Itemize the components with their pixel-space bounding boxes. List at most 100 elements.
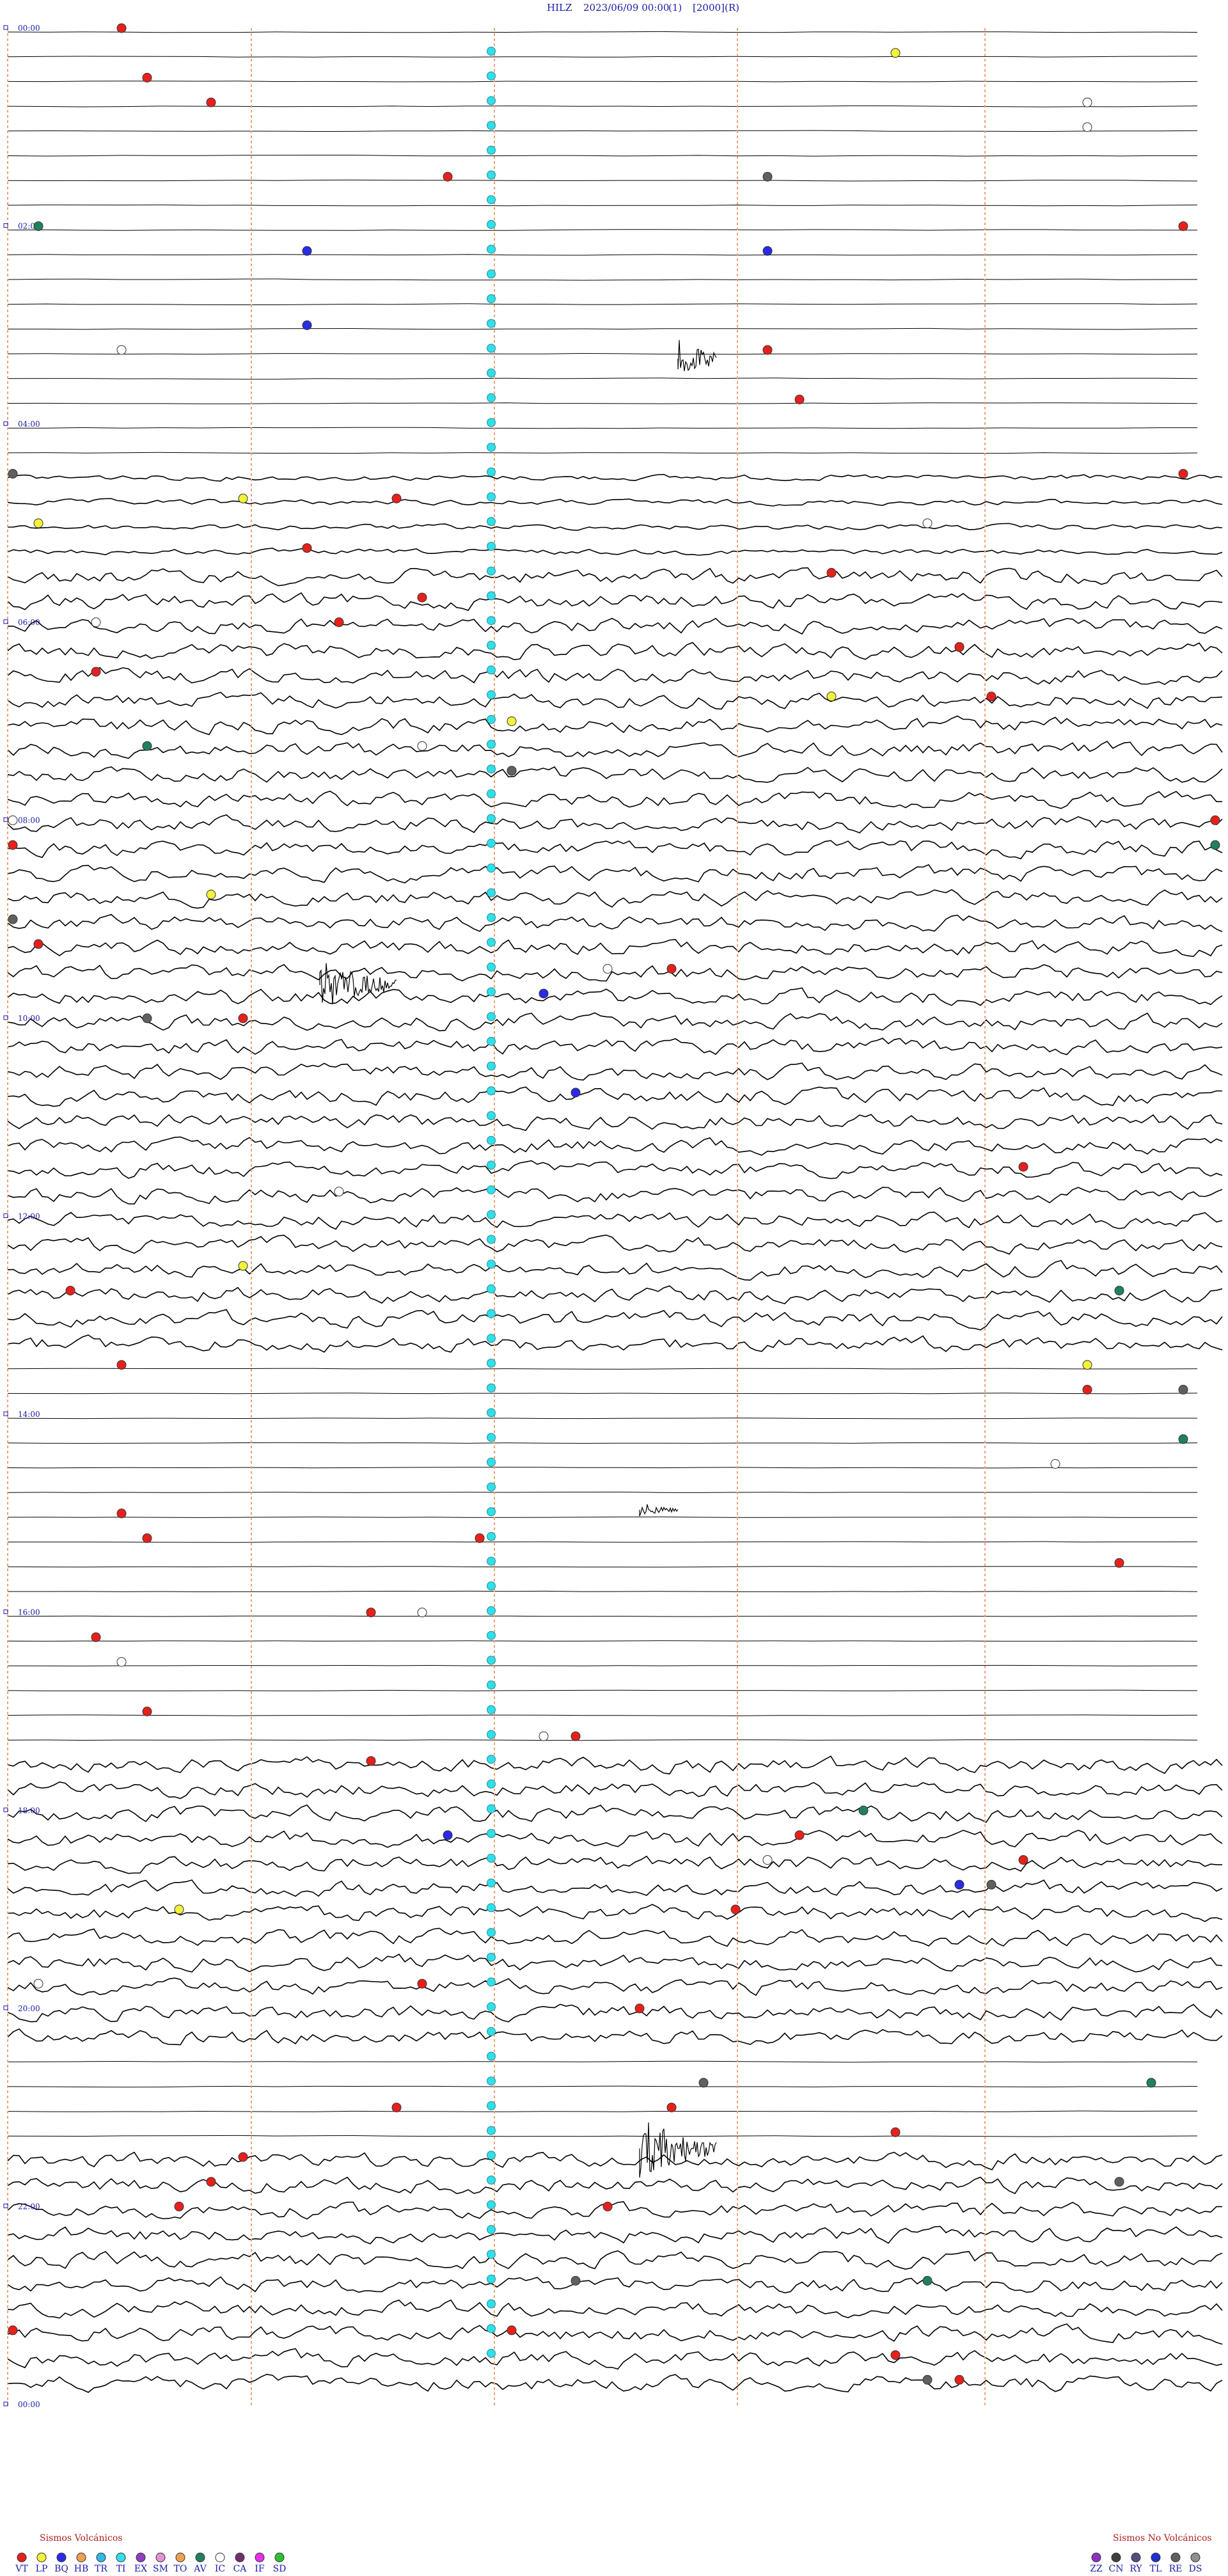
- trace-row: [7, 2003, 1223, 2023]
- trace-row: [7, 667, 1223, 685]
- event-marker-ti: [487, 1705, 496, 1714]
- event-marker-re: [8, 469, 18, 479]
- event-marker-ti: [487, 1309, 496, 1318]
- event-marker-ti: [487, 244, 496, 254]
- trace-row: [7, 2323, 1223, 2345]
- event-marker-re: [8, 914, 18, 924]
- event-marker-ic: [417, 1608, 427, 1618]
- legend-swatch-ry: [1131, 2552, 1141, 2563]
- trace-row: [7, 1781, 1223, 1799]
- event-marker-ti: [487, 1581, 496, 1591]
- trace-row: [7, 1689, 1198, 1691]
- trace-row: [7, 1467, 1198, 1469]
- event-marker-av: [1210, 840, 1220, 850]
- trace-row: [7, 1136, 1223, 1156]
- trace-row: [7, 2085, 1198, 2088]
- trace-row: [7, 402, 1198, 404]
- event-marker-ti: [487, 2225, 496, 2234]
- event-marker-ti: [487, 517, 496, 526]
- event-marker-ti: [487, 814, 496, 823]
- trace-row: [7, 1739, 1198, 1741]
- trace-row: [7, 31, 1198, 33]
- event-marker-ti: [487, 195, 496, 205]
- trace-row: [7, 81, 1198, 83]
- legend-label-zz: ZZ: [1090, 2564, 1103, 2574]
- event-marker-vt: [116, 1360, 127, 1370]
- event-marker-av: [142, 741, 152, 751]
- event-marker-ti: [487, 888, 496, 897]
- trace-row: [7, 642, 1223, 661]
- trace-row: [7, 1714, 1198, 1716]
- event-marker-ti: [487, 269, 496, 279]
- trace-row: [7, 1038, 1223, 1055]
- trace-row: [7, 938, 1223, 958]
- event-marker-ti: [487, 2151, 496, 2160]
- trace-row: [7, 452, 1198, 454]
- event-marker-av: [1146, 2078, 1156, 2088]
- trace-row: [7, 2201, 1223, 2220]
- trace-row: [7, 964, 1223, 982]
- trace-row: [7, 548, 1223, 556]
- event-marker-ti: [487, 2002, 496, 2012]
- legend-label-sd: SD: [273, 2564, 287, 2574]
- event-marker-vt: [142, 1707, 152, 1716]
- legend-label-hb: HB: [74, 2564, 89, 2574]
- event-marker-vt: [366, 1608, 376, 1618]
- event-marker-ti: [487, 1185, 496, 1195]
- event-marker-re: [762, 171, 773, 182]
- event-marker-ic: [116, 1657, 127, 1667]
- legend-swatch-vt: [17, 2552, 27, 2563]
- legend-label-tr: TR: [95, 2564, 107, 2574]
- event-marker-lp: [238, 1261, 248, 1271]
- trace-row: [7, 2373, 1223, 2393]
- trace-row: [7, 523, 1223, 531]
- event-marker-vt: [206, 2177, 216, 2187]
- trace-row: [8, 328, 1198, 330]
- event-marker-re: [1114, 2177, 1124, 2187]
- legend-swatch-sm: [155, 2552, 166, 2563]
- legend-swatch-if: [255, 2552, 265, 2563]
- trace-row: [7, 913, 1223, 933]
- event-marker-vt: [142, 72, 152, 83]
- legend-swatch-ti: [116, 2552, 126, 2563]
- event-marker-ic: [539, 1731, 549, 1741]
- event-marker-ti: [487, 2250, 496, 2259]
- time-marker-lines: [7, 28, 986, 2405]
- event-marker-ti: [487, 2051, 496, 2061]
- event-marker-ti: [487, 1408, 496, 1418]
- event-marker-bq: [954, 1879, 964, 1890]
- trace-row: [7, 814, 1223, 834]
- trace-row: [7, 278, 1198, 281]
- trace-row: [7, 2060, 1198, 2063]
- event-marker-lp: [826, 691, 837, 702]
- event-marker-vt: [33, 939, 43, 949]
- event-marker-ti: [487, 418, 496, 427]
- event-marker-ic: [1082, 122, 1092, 132]
- event-marker-ti: [487, 2299, 496, 2309]
- trace-row: [7, 2250, 1223, 2270]
- event-marker-ti: [487, 987, 496, 997]
- event-marker-ti: [487, 170, 496, 180]
- trace-row: [7, 864, 1223, 884]
- event-marker-vt: [65, 1286, 75, 1296]
- event-marker-ti: [487, 1507, 496, 1517]
- event-marker-av: [33, 221, 43, 232]
- trace-row: [7, 2276, 1223, 2294]
- event-marker-bq: [571, 1087, 581, 1098]
- event-marker-vt: [116, 1508, 127, 1519]
- seismic-traces: [7, 31, 1223, 2393]
- trace-row: [7, 204, 1198, 207]
- event-marker-vt: [954, 642, 964, 652]
- event-marker-ti: [487, 2027, 496, 2036]
- event-marker-ic: [334, 1187, 344, 1197]
- event-marker-lp: [174, 1904, 184, 1915]
- event-marker-vt: [417, 1979, 427, 1989]
- event-burst: [639, 2122, 717, 2178]
- event-marker-ti: [487, 1903, 496, 1913]
- trace-row: [7, 105, 1198, 107]
- event-marker-vt: [762, 345, 773, 355]
- trace-row: [7, 2348, 1223, 2370]
- event-marker-ti: [487, 1779, 496, 1789]
- event-marker-ti: [487, 542, 496, 551]
- legend-label-cn: CN: [1109, 2564, 1124, 2574]
